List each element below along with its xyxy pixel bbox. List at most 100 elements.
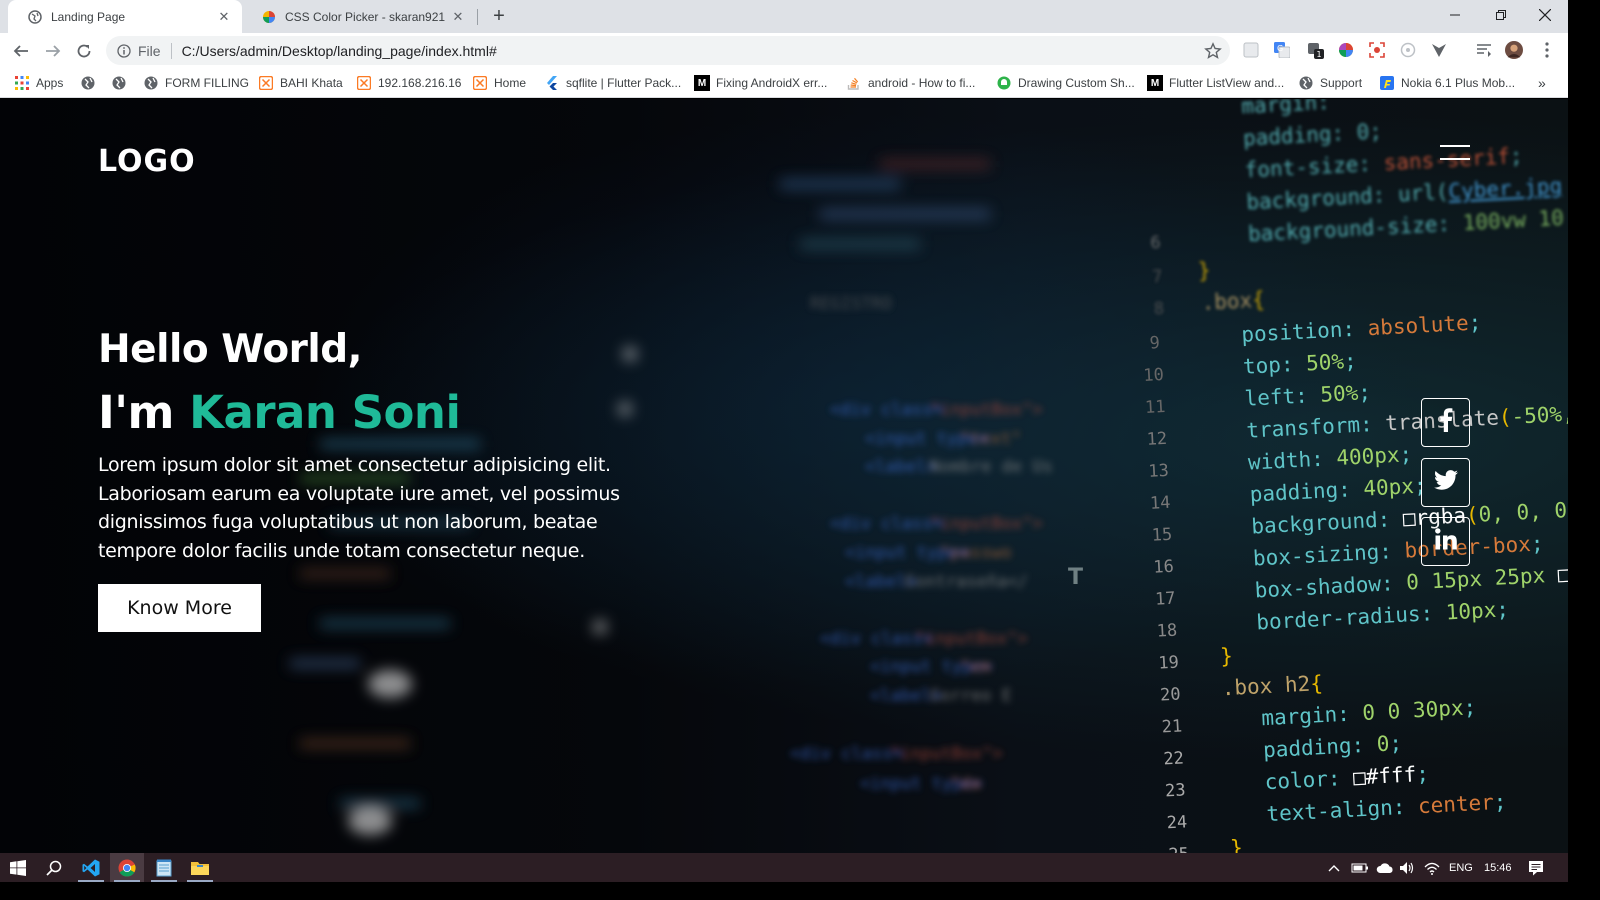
screenshot-extension-icon[interactable] <box>1368 41 1386 59</box>
svg-text:"text": "text" <box>960 429 1021 449</box>
bookmark-android-how-to[interactable]: android - How to fi... <box>846 74 975 92</box>
svg-text:21: 21 <box>1161 716 1183 737</box>
bookmark-form-filling[interactable]: FORM FILLING <box>143 74 249 92</box>
tab-landing-page[interactable]: Landing Page ✕ <box>8 0 242 33</box>
vscode-taskbar-icon[interactable] <box>74 853 108 882</box>
info-icon[interactable] <box>116 43 132 59</box>
bookmark-fixing-androidx[interactable]: M Fixing AndroidX err... <box>694 74 827 92</box>
extension-badge-icon[interactable]: 1 <box>1306 41 1324 59</box>
bookmark-drawing-custom[interactable]: Drawing Custom Sh... <box>996 74 1135 92</box>
globe-icon <box>111 75 127 91</box>
bookmark-nokia[interactable]: Nokia 6.1 Plus Mob... <box>1379 74 1515 92</box>
landing-page: <div class= "inputBox"> <input type= "text… <box>0 99 1568 853</box>
hero-name-line: I'm Karan Soni <box>98 386 461 439</box>
vpn-extension-icon[interactable] <box>1430 41 1448 59</box>
restore-button[interactable] <box>1478 0 1524 30</box>
svg-text:background-size: 100vw 10: background-size: 100vw 10 <box>1247 206 1564 247</box>
bookmark-support[interactable]: Support <box>1298 74 1362 92</box>
file-explorer-taskbar-icon[interactable] <box>183 853 217 882</box>
windows-logo-icon <box>10 859 26 876</box>
bookmark-ip-address[interactable]: 192.168.216.16 <box>356 74 461 92</box>
close-tab-icon[interactable]: ✕ <box>216 9 232 25</box>
globe-icon <box>28 9 42 24</box>
hamburger-menu-icon[interactable] <box>1440 145 1472 165</box>
bookmark-label: Nokia 6.1 Plus Mob... <box>1401 76 1516 90</box>
url-scheme: File <box>138 42 161 59</box>
url-text[interactable]: C:/Users/admin/Desktop/landing_page/inde… <box>182 43 497 59</box>
bookmark-label: BAHI Khata <box>280 76 343 90</box>
svg-text:margin: 0 0 30px;: margin: 0 0 30px; <box>1261 695 1477 730</box>
notepad-taskbar-icon[interactable] <box>147 853 181 882</box>
svg-text:.box{: .box{ <box>1201 288 1265 315</box>
svg-text:17: 17 <box>1155 589 1177 610</box>
stackoverflow-icon <box>846 75 862 91</box>
close-tab-icon[interactable]: ✕ <box>450 9 466 25</box>
css-code-lines: margin: padding: 0; font-size: sans-seri… <box>1143 99 1568 853</box>
more-bookmarks-button[interactable]: » <box>1538 74 1546 92</box>
svg-text:25: 25 <box>1168 844 1190 853</box>
reload-button[interactable] <box>71 38 97 64</box>
color-picker-extension-icon[interactable] <box>1337 41 1355 59</box>
bookmark-label: 192.168.216.16 <box>378 76 462 90</box>
tab-title: Landing Page <box>51 9 126 24</box>
language-indicator[interactable]: ENG <box>1449 853 1473 882</box>
bookmark-label: Flutter ListView and... <box>1169 76 1285 90</box>
tab-separator <box>477 9 478 25</box>
clock[interactable]: 15:46 <box>1484 853 1512 882</box>
bookmark-apps[interactable]: Apps <box>14 74 63 92</box>
reading-list-icon[interactable] <box>1475 41 1493 59</box>
more-menu-icon[interactable] <box>1538 41 1556 59</box>
svg-text:margin:: margin: <box>1241 99 1331 119</box>
bookmark-bahi-khata[interactable]: BAHI Khata <box>258 74 343 92</box>
know-more-button[interactable]: Know More <box>98 584 261 632</box>
bookmark-globe-2[interactable] <box>111 74 133 92</box>
volume-icon[interactable] <box>1399 853 1415 882</box>
divider <box>170 42 172 59</box>
profile-avatar[interactable] <box>1505 41 1523 59</box>
search-icon[interactable] <box>38 853 70 882</box>
extension-circle-icon[interactable] <box>1399 41 1417 59</box>
chrome-taskbar-icon[interactable] <box>110 853 144 882</box>
svg-text:"inputBox">: "inputBox"> <box>930 514 1043 534</box>
apps-grid-icon <box>14 75 30 91</box>
translate-icon[interactable]: G <box>1273 41 1291 59</box>
tab-css-color-picker[interactable]: CSS Color Picker - skaran921 ✕ <box>242 0 476 33</box>
svg-text:8: 8 <box>1153 299 1164 320</box>
bookmark-flutter-listview[interactable]: M Flutter ListView and... <box>1147 74 1284 92</box>
site-logo[interactable]: LOGO <box>98 144 196 179</box>
svg-text:13: 13 <box>1148 461 1170 482</box>
minimize-button[interactable] <box>1432 0 1478 30</box>
svg-text:T: T <box>1068 565 1083 590</box>
color-wheel-icon <box>262 10 276 24</box>
svg-text:Nombre de Us: Nombre de Us <box>930 457 1053 477</box>
linkedin-link[interactable] <box>1421 517 1470 566</box>
badge-count: 1 <box>1317 50 1322 59</box>
bookmark-home[interactable]: Home <box>472 74 526 92</box>
bookmark-sqflite[interactable]: sqflite | Flutter Pack... <box>544 74 681 92</box>
twitter-link[interactable] <box>1421 458 1470 507</box>
bookmark-globe-1[interactable] <box>80 74 102 92</box>
browser-toolbar: File C:/Users/admin/Desktop/landing_page… <box>0 33 1568 68</box>
back-button[interactable] <box>8 38 34 64</box>
address-bar[interactable]: File C:/Users/admin/Desktop/landing_page… <box>106 36 1230 65</box>
start-button[interactable] <box>0 853 36 882</box>
bookmark-star-icon[interactable] <box>1204 42 1222 60</box>
wifi-icon[interactable] <box>1424 853 1440 882</box>
show-hidden-icons[interactable] <box>1328 853 1340 882</box>
new-tab-button[interactable]: + <box>488 6 510 28</box>
linkedin-icon <box>1434 528 1457 555</box>
svg-text:"passwo: "passwo <box>940 543 1012 563</box>
battery-icon[interactable] <box>1351 853 1369 882</box>
extension-icon[interactable] <box>1242 41 1260 59</box>
forward-button[interactable] <box>40 38 66 64</box>
svg-text:"inputBox">: "inputBox"> <box>915 629 1028 649</box>
bookmarks-bar: Apps FORM FILLING BAHI Khata 192.168.216… <box>0 68 1568 98</box>
onedrive-icon[interactable] <box>1376 853 1394 882</box>
hero-name: Karan Soni <box>189 386 461 439</box>
close-window-button[interactable] <box>1522 0 1568 30</box>
twitter-icon <box>1433 470 1458 495</box>
svg-text:padding: 40px;: padding: 40px; <box>1249 473 1427 506</box>
facebook-link[interactable] <box>1421 398 1470 447</box>
notification-center-icon[interactable] <box>1528 853 1544 882</box>
svg-text:text-align: center;: text-align: center; <box>1266 790 1507 827</box>
